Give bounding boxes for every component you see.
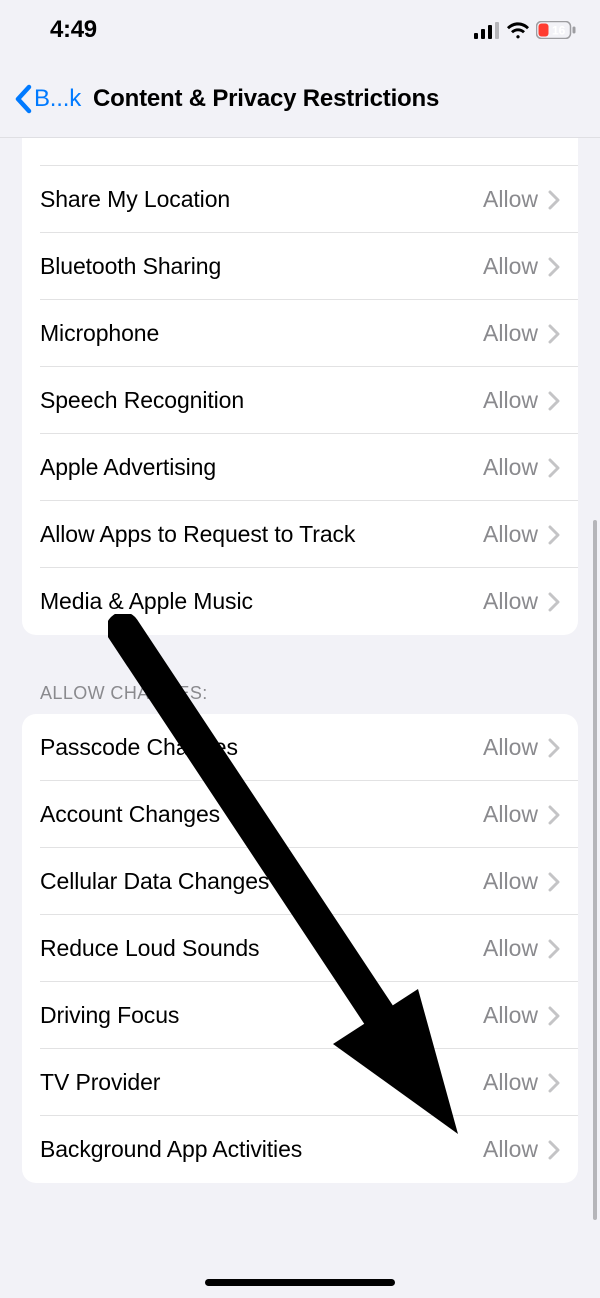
row-speech-recognition[interactable]: Speech Recognition Allow <box>22 367 578 434</box>
home-indicator[interactable] <box>205 1279 395 1286</box>
row-value: Allow <box>483 320 538 347</box>
back-button[interactable]: B...k <box>8 84 81 114</box>
chevron-right-icon <box>548 525 560 545</box>
row-value: Allow <box>483 454 538 481</box>
cellular-signal-icon <box>474 22 500 39</box>
chevron-right-icon <box>548 1140 560 1160</box>
row-value: Allow <box>483 1002 538 1029</box>
wifi-icon <box>506 21 530 39</box>
chevron-right-icon <box>548 324 560 344</box>
row-label: Media & Apple Music <box>40 588 483 615</box>
row-allow-apps-to-request-to-track[interactable]: Allow Apps to Request to Track Allow <box>22 501 578 568</box>
row-value: Allow <box>483 801 538 828</box>
back-label: B...k <box>34 85 81 113</box>
chevron-right-icon <box>548 592 560 612</box>
row-value: Allow <box>483 186 538 213</box>
row-media-and-apple-music[interactable]: Media & Apple Music Allow <box>22 568 578 635</box>
row-account-changes[interactable]: Account Changes Allow <box>22 781 578 848</box>
row-value: Allow <box>483 868 538 895</box>
row-driving-focus[interactable]: Driving Focus Allow <box>22 982 578 1049</box>
row-label: Passcode Changes <box>40 734 483 761</box>
chevron-right-icon <box>548 257 560 277</box>
scroll-content[interactable]: Photos Allow Share My Location Allow Blu… <box>0 138 600 1183</box>
chevron-right-icon <box>548 738 560 758</box>
row-label: Background App Activities <box>40 1136 483 1163</box>
row-label: Cellular Data Changes <box>40 868 483 895</box>
chevron-right-icon <box>548 1006 560 1026</box>
row-bluetooth-sharing[interactable]: Bluetooth Sharing Allow <box>22 233 578 300</box>
nav-bar: B...k Content & Privacy Restrictions <box>0 60 600 138</box>
row-share-my-location[interactable]: Share My Location Allow <box>22 166 578 233</box>
page-title: Content & Privacy Restrictions <box>93 85 439 113</box>
chevron-right-icon <box>548 939 560 959</box>
status-time: 4:49 <box>24 16 97 44</box>
status-indicators: 16 <box>474 21 576 39</box>
chevron-right-icon <box>548 805 560 825</box>
row-reduce-loud-sounds[interactable]: Reduce Loud Sounds Allow <box>22 915 578 982</box>
row-microphone[interactable]: Microphone Allow <box>22 300 578 367</box>
row-label: TV Provider <box>40 1069 483 1096</box>
section-header-allow-changes: ALLOW CHANGES: <box>22 635 578 714</box>
row-value: Allow <box>483 521 538 548</box>
row-value: Allow <box>483 1069 538 1096</box>
battery-icon: 16 <box>536 21 576 39</box>
row-value: Allow <box>483 588 538 615</box>
row-label: Allow Apps to Request to Track <box>40 521 483 548</box>
scrollbar[interactable] <box>593 520 597 1220</box>
chevron-right-icon <box>548 458 560 478</box>
settings-group-allow-changes: Passcode Changes Allow Account Changes A… <box>22 714 578 1183</box>
row-value: Allow <box>483 1136 538 1163</box>
row-label: Account Changes <box>40 801 483 828</box>
row-value: Allow <box>483 935 538 962</box>
chevron-left-icon <box>14 84 32 114</box>
chevron-right-icon <box>548 872 560 892</box>
row-label: Reduce Loud Sounds <box>40 935 483 962</box>
row-photos[interactable]: Photos Allow <box>22 138 578 166</box>
row-passcode-changes[interactable]: Passcode Changes Allow <box>22 714 578 781</box>
chevron-right-icon <box>548 391 560 411</box>
row-label: Microphone <box>40 320 483 347</box>
settings-group-privacy: Photos Allow Share My Location Allow Blu… <box>22 138 578 635</box>
row-label: Speech Recognition <box>40 387 483 414</box>
status-bar: 4:49 16 <box>0 0 600 60</box>
chevron-right-icon <box>548 1073 560 1093</box>
row-label: Bluetooth Sharing <box>40 253 483 280</box>
row-label: Driving Focus <box>40 1002 483 1029</box>
row-value: Allow <box>483 734 538 761</box>
row-apple-advertising[interactable]: Apple Advertising Allow <box>22 434 578 501</box>
battery-level-text: 16 <box>552 24 566 38</box>
chevron-right-icon <box>548 190 560 210</box>
row-label: Apple Advertising <box>40 454 483 481</box>
row-cellular-data-changes[interactable]: Cellular Data Changes Allow <box>22 848 578 915</box>
row-background-app-activities[interactable]: Background App Activities Allow <box>22 1116 578 1183</box>
row-label: Share My Location <box>40 186 483 213</box>
row-tv-provider[interactable]: TV Provider Allow <box>22 1049 578 1116</box>
row-value: Allow <box>483 387 538 414</box>
row-value: Allow <box>483 253 538 280</box>
